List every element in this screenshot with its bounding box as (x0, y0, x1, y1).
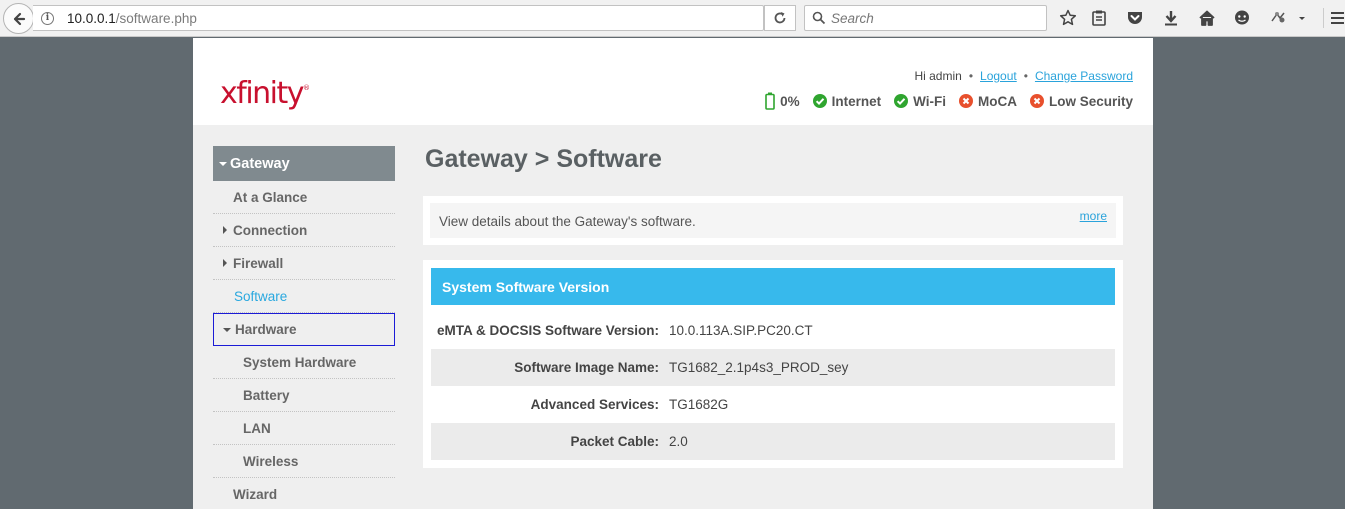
page-title: Gateway > Software (425, 145, 662, 173)
nav-item-label: LAN (243, 420, 271, 436)
reload-button[interactable] (764, 5, 796, 31)
download-icon[interactable] (1161, 8, 1181, 28)
caret-right-icon (223, 259, 227, 267)
logout-link[interactable]: Logout (980, 69, 1017, 83)
row-label: Advanced Services: (530, 397, 659, 412)
info-row: Advanced Services: TG1682G (431, 386, 1115, 423)
pocket-icon[interactable] (1125, 8, 1145, 28)
change-password-link[interactable]: Change Password (1035, 69, 1133, 83)
caret-down-icon (219, 161, 227, 166)
nav-item-at-a-glance[interactable]: At a Glance (213, 181, 395, 214)
internet-label: Internet (831, 93, 882, 109)
row-label: Software Image Name: (514, 360, 659, 375)
error-x-icon (1029, 94, 1044, 108)
nav-item-firewall[interactable]: Firewall (213, 247, 395, 280)
row-label: Packet Cable: (570, 434, 659, 449)
row-label: eMTA & DOCSIS Software Version: (436, 323, 659, 338)
nav-item-label: Hardware (235, 322, 297, 337)
info-row: eMTA & DOCSIS Software Version: 10.0.113… (431, 312, 1115, 349)
xfinity-logo[interactable]: xfinity® (220, 76, 310, 111)
caret-right-icon (223, 226, 227, 234)
extension-icon[interactable] (1268, 8, 1288, 28)
moca-label: MoCA (977, 93, 1017, 109)
sidebar-nav: Gateway At a Glance Connection Firewall … (213, 146, 395, 509)
search-icon (812, 11, 826, 25)
nav-item-wizard[interactable]: Wizard (213, 478, 395, 509)
reload-icon (774, 12, 786, 24)
url-bar[interactable]: i 10.0.0.1/software.php (33, 5, 764, 31)
nav-item-label: Software (234, 288, 288, 304)
nav-item-wireless[interactable]: Wireless (213, 445, 395, 478)
security-label: Low Security (1048, 93, 1133, 109)
gateway-page: xfinity® Hi admin • Logout • Change Password… (193, 38, 1153, 509)
nav-item-hardware[interactable]: Hardware (213, 313, 395, 346)
info-row: Software Image Name: TG1682_2.1p4s3_PROD… (431, 349, 1115, 386)
internet-status[interactable]: Internet (812, 93, 882, 109)
status-bar: 0% Internet Wi-Fi MoCA Low Security (765, 92, 1133, 110)
row-value: 2.0 (669, 434, 688, 449)
security-status[interactable]: Low Security (1029, 93, 1133, 109)
nav-item-label: Battery (243, 387, 290, 403)
battery-icon (765, 92, 775, 110)
check-icon (894, 94, 909, 108)
nav-section-gateway[interactable]: Gateway (213, 146, 395, 181)
battery-status[interactable]: 0% (765, 92, 800, 110)
url-text[interactable]: 10.0.0.1/software.php (67, 11, 197, 26)
toolbar-divider (1323, 8, 1324, 28)
wifi-label: Wi-Fi (913, 93, 946, 109)
logo-text: xfinity (220, 76, 305, 111)
bookmark-star-icon[interactable] (1058, 8, 1078, 28)
nav-item-system-hardware[interactable]: System Hardware (213, 346, 395, 379)
moca-status[interactable]: MoCA (958, 93, 1017, 109)
row-value: 10.0.113A.SIP.PC20.CT (669, 323, 813, 338)
page-header: xfinity® Hi admin • Logout • Change Password… (193, 38, 1153, 125)
info-icon[interactable]: i (41, 12, 54, 25)
row-value: TG1682_2.1p4s3_PROD_sey (669, 360, 849, 375)
nav-item-label: Firewall (233, 255, 284, 271)
info-row: Packet Cable: 2.0 (431, 423, 1115, 460)
nav-item-label: At a Glance (233, 189, 308, 205)
url-host: 10.0.0.1 (67, 11, 116, 26)
nav-item-label: System Hardware (243, 354, 357, 370)
nav-item-battery[interactable]: Battery (213, 379, 395, 412)
section-header: System Software Version (431, 268, 1115, 305)
url-path: /software.php (115, 11, 197, 26)
reading-list-icon[interactable] (1089, 8, 1109, 28)
check-icon (812, 94, 827, 108)
more-link[interactable]: more (1080, 209, 1107, 223)
error-x-icon (958, 94, 973, 108)
extension-menu-chevron-icon[interactable] (1296, 8, 1308, 28)
chat-icon[interactable] (1232, 8, 1252, 28)
caret-down-icon (223, 327, 231, 332)
home-icon[interactable] (1197, 8, 1217, 28)
nav-section-label: Gateway (230, 155, 290, 172)
page-description: View details about the Gateway's softwar… (439, 214, 696, 229)
nav-item-lan[interactable]: LAN (213, 412, 395, 445)
search-placeholder: Search (831, 11, 874, 26)
wifi-status[interactable]: Wi-Fi (894, 94, 946, 109)
nav-item-label: Connection (233, 222, 308, 238)
row-value: TG1682G (669, 397, 729, 412)
description-box: View details about the Gateway's softwar… (430, 203, 1116, 238)
nav-item-software[interactable]: Software (213, 280, 395, 313)
back-arrow-icon (13, 12, 25, 25)
nav-item-connection[interactable]: Connection (213, 214, 395, 247)
battery-percent: 0% (780, 93, 800, 109)
browser-toolbar: i 10.0.0.1/software.php Search (0, 0, 1345, 37)
software-version-card: System Software Version eMTA & DOCSIS So… (423, 260, 1123, 468)
nav-item-label: Wizard (233, 487, 278, 502)
nav-item-label: Wireless (243, 453, 299, 469)
description-card: View details about the Gateway's softwar… (423, 196, 1123, 245)
hamburger-menu-icon[interactable] (1330, 8, 1344, 28)
search-bar[interactable]: Search (804, 5, 1047, 31)
back-button[interactable] (3, 3, 34, 34)
user-bar: Hi admin • Logout • Change Password (914, 69, 1133, 83)
greeting: Hi admin (914, 69, 962, 83)
